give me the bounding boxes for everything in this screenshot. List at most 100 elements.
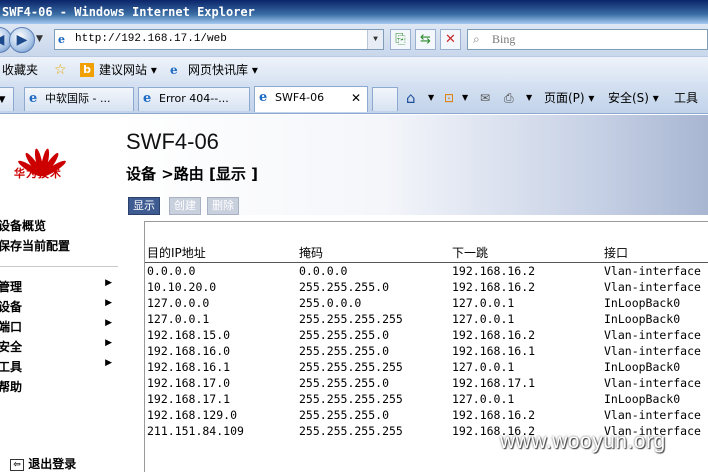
route-dest-ip: 192.168.17.1 — [147, 392, 231, 406]
route-mask: 255.255.255.0 — [299, 376, 390, 390]
nav-menu-label: 安全 — [0, 340, 23, 354]
print-icon[interactable]: ⎙ — [504, 82, 514, 114]
nav-menu-help[interactable]: 帮助 — [0, 378, 116, 395]
forward-button[interactable]: ▶ — [9, 27, 35, 53]
home-dropdown-icon[interactable]: ▼ — [428, 82, 434, 114]
history-dropdown-icon[interactable]: ▼ — [36, 34, 43, 44]
tab-list-button[interactable]: ▼ — [0, 87, 14, 111]
route-interface: Vlan-interface — [604, 344, 701, 358]
route-next-hop: 192.168.16.2 — [452, 264, 536, 278]
nav-menu-security[interactable]: 安全 ▶ — [0, 338, 116, 355]
route-table-body: 0.0.0.0 0.0.0.0 192.168.16.2 Vlan-interface… — [145, 262, 708, 439]
tab-label: 中软国际 - ... — [45, 92, 111, 105]
logo-text: 华为技术 — [14, 167, 62, 180]
tab-label: SWF4-06 — [275, 91, 325, 104]
nav-menu-label: 端口 — [0, 320, 23, 334]
chevron-right-icon: ▶ — [105, 338, 112, 348]
table-row: 0.0.0.0 0.0.0.0 192.168.16.2 Vlan-interface — [145, 263, 708, 279]
url-dropdown-icon[interactable]: ▼ — [367, 30, 383, 49]
route-next-hop: 127.0.0.1 — [452, 392, 515, 406]
route-mask: 255.0.0.0 — [299, 296, 362, 310]
route-dest-ip: 192.168.129.0 — [147, 408, 238, 422]
home-icon[interactable]: ⌂ — [406, 82, 416, 114]
stop-button[interactable]: ✕ — [440, 29, 461, 50]
back-arrow-icon: ◀ — [0, 32, 4, 48]
tab-swf4-06[interactable]: e SWF4-06 ✕ — [254, 86, 368, 112]
route-mask: 255.255.255.255 — [299, 424, 403, 438]
logout-button[interactable]: ⇦ 退出登录 — [10, 455, 76, 472]
tab-delete[interactable]: 删除 — [207, 197, 239, 215]
table-row: 192.168.15.0 255.255.255.0 192.168.16.2 Vla… — [145, 327, 708, 343]
column-header-interface: 接口 — [604, 246, 629, 260]
search-input[interactable]: ⌕ Bing — [467, 29, 708, 50]
chevron-right-icon: ▶ — [105, 278, 112, 288]
nav-save-config[interactable]: 保存当前配置 — [0, 237, 70, 254]
route-interface: Vlan-interface — [604, 376, 701, 390]
table-row: 192.168.17.1 255.255.255.255 127.0.0.1 InLo… — [145, 391, 708, 407]
search-placeholder: Bing — [492, 32, 516, 46]
route-dest-ip: 211.151.84.109 — [147, 424, 244, 438]
tab-chinasoft[interactable]: e 中软国际 - ... — [24, 87, 134, 111]
url-input[interactable]: e http://192.168.17.1/web ▼ — [54, 29, 384, 50]
print-dropdown-icon[interactable]: ▼ — [526, 82, 532, 114]
table-row: 192.168.16.0 255.255.255.0 192.168.16.1 Vla… — [145, 343, 708, 359]
safety-menu-button[interactable]: 安全(S) ▾ — [608, 82, 659, 114]
route-mask: 255.255.255.0 — [299, 328, 390, 342]
new-tab-button[interactable] — [372, 87, 398, 111]
route-interface: InLoopBack0 — [604, 312, 681, 326]
favorites-bar: 收藏夹 ☆ b 建议网站 ▾ e 网页快讯库 ▾ — [0, 56, 708, 82]
route-mask: 255.255.255.255 — [299, 312, 403, 326]
column-header-mask: 掩码 — [299, 246, 324, 260]
page-header: SWF4-06 设备 >路由 [显示 ] 显示 创建 删除 — [118, 115, 708, 215]
nav-device-overview[interactable]: 设备概览 — [0, 217, 46, 234]
mail-icon[interactable]: ✉ — [480, 82, 490, 114]
column-header-dest-ip: 目的IP地址 — [147, 246, 206, 260]
tools-menu-button[interactable]: 工具 — [674, 82, 698, 114]
feeds-icon[interactable]: ⊡ — [444, 82, 454, 114]
route-dest-ip: 192.168.16.0 — [147, 344, 231, 358]
route-next-hop: 127.0.0.1 — [452, 360, 515, 374]
add-favorite-star-icon[interactable]: ☆ — [54, 57, 67, 83]
column-header-next-hop: 下一跳 — [452, 246, 489, 260]
route-mask: 0.0.0.0 — [299, 264, 348, 278]
tab-display[interactable]: 显示 — [128, 197, 160, 215]
suggested-sites-button[interactable]: 建议网站 ▾ — [99, 57, 157, 83]
nav-menu-tools[interactable]: 工具 ▶ — [0, 358, 116, 375]
route-dest-ip: 192.168.17.0 — [147, 376, 231, 390]
route-mask: 255.255.255.0 — [299, 280, 390, 294]
sidebar-divider — [0, 266, 118, 267]
chevron-right-icon: ▶ — [105, 318, 112, 328]
refresh-button[interactable]: ⇆ — [415, 29, 436, 50]
route-next-hop: 127.0.0.1 — [452, 312, 515, 326]
nav-menu-management[interactable]: 管理 ▶ — [0, 278, 116, 295]
table-row: 192.168.129.0 255.255.255.0 192.168.16.2 Vl… — [145, 407, 708, 423]
favorites-button[interactable]: 收藏夹 — [2, 57, 38, 83]
nav-menu-device[interactable]: 设备 ▶ — [0, 298, 116, 315]
route-dest-ip: 127.0.0.0 — [147, 296, 210, 310]
route-interface: InLoopBack0 — [604, 296, 681, 310]
route-next-hop: 192.168.16.1 — [452, 344, 536, 358]
bing-icon: b — [80, 63, 94, 77]
route-next-hop: 192.168.16.2 — [452, 408, 536, 422]
web-slice-gallery-button[interactable]: 网页快讯库 ▾ — [188, 57, 258, 83]
route-dest-ip: 0.0.0.0 — [147, 264, 196, 278]
web-page: 华为技术 设备概览 保存当前配置 管理 ▶ 设备 ▶ 端口 ▶ 安全 ▶ 工具 ▶ 帮助 … — [0, 115, 708, 472]
feeds-dropdown-icon[interactable]: ▼ — [462, 82, 468, 114]
route-next-hop: 192.168.16.2 — [452, 280, 536, 294]
chevron-down-icon: ▼ — [0, 95, 5, 105]
ie-icon: e — [259, 90, 268, 105]
tab-error-404[interactable]: e Error 404--... — [138, 87, 250, 111]
tab-bar: ▼ e 中软国际 - ... e Error 404--... e SWF4-0… — [0, 82, 708, 114]
route-next-hop: 127.0.0.1 — [452, 296, 515, 310]
tab-create[interactable]: 创建 — [169, 197, 201, 215]
route-interface: Vlan-interface — [604, 264, 701, 278]
page-title: SWF4-06 — [126, 129, 219, 154]
close-tab-icon[interactable]: ✕ — [351, 87, 361, 109]
logout-icon: ⇦ — [10, 458, 24, 471]
nav-menu-label: 帮助 — [0, 380, 23, 394]
window-title: SWF4-06 - Windows Internet Explorer — [0, 0, 708, 24]
nav-menu-port[interactable]: 端口 ▶ — [0, 318, 116, 335]
compatibility-view-button[interactable]: ⎘ — [390, 29, 411, 50]
route-interface: Vlan-interface — [604, 328, 701, 342]
page-menu-button[interactable]: 页面(P) ▾ — [544, 82, 594, 114]
